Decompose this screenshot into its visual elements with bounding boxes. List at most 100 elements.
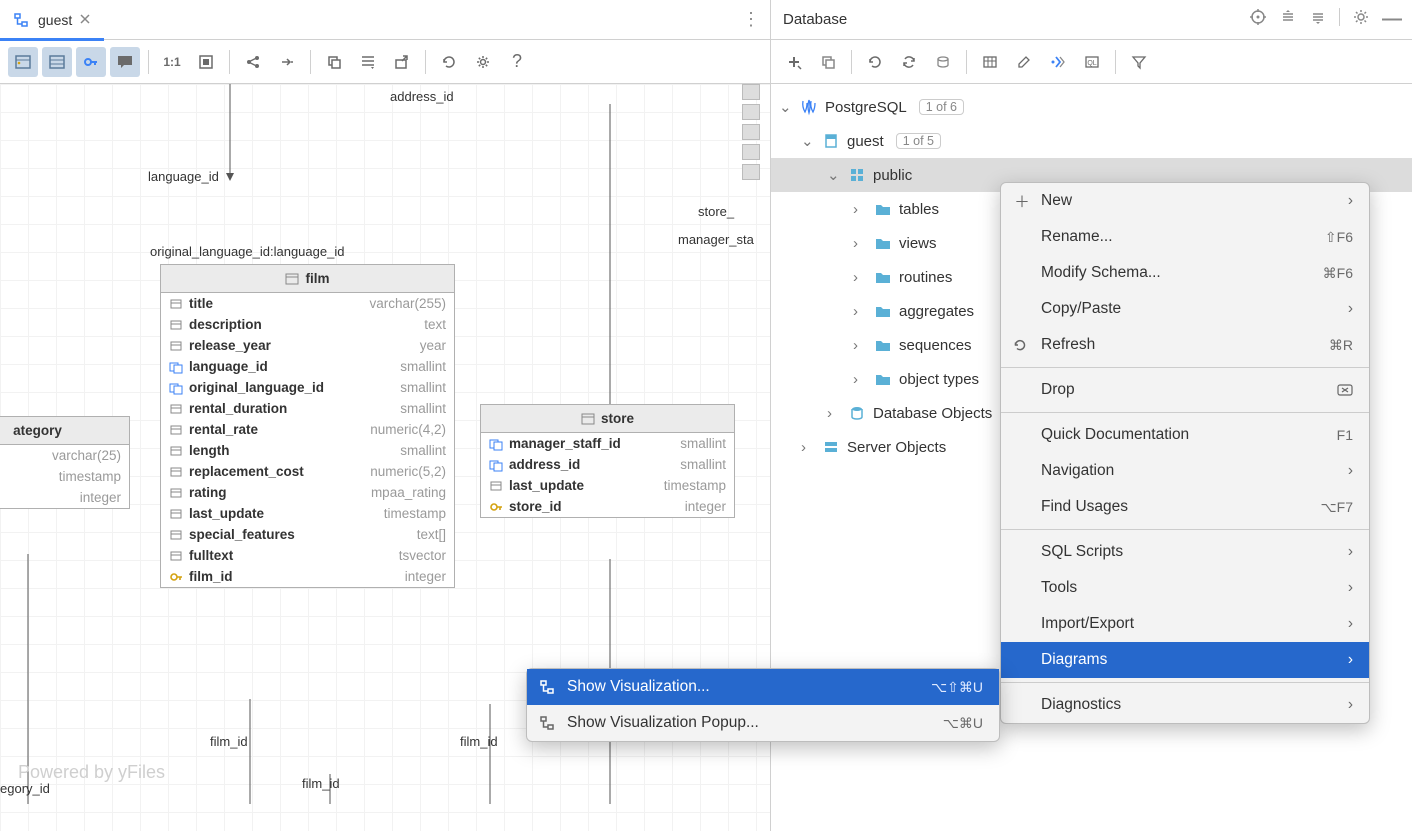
collapse-icon[interactable] xyxy=(1309,8,1327,31)
column-row[interactable]: descriptiontext xyxy=(161,314,454,335)
column-row[interactable]: lengthsmallint xyxy=(161,440,454,461)
context-menu: ＋New› Rename...⇧F6 Modify Schema...⌘F6 C… xyxy=(1000,182,1370,724)
server-objects-icon xyxy=(821,439,841,455)
table-icon[interactable] xyxy=(975,47,1005,77)
panel-title: Database xyxy=(783,11,847,28)
badge: 1 of 6 xyxy=(919,99,964,115)
menu-sql-scripts[interactable]: SQL Scripts› xyxy=(1001,534,1369,570)
menu-refresh[interactable]: Refresh⌘R xyxy=(1001,327,1369,363)
export-icon[interactable] xyxy=(387,47,417,77)
share-icon[interactable] xyxy=(238,47,268,77)
mode-table-icon[interactable] xyxy=(42,47,72,77)
table-icon xyxy=(285,272,299,286)
column-row[interactable]: last_updatetimestamp xyxy=(161,503,454,524)
gear-icon[interactable] xyxy=(1352,8,1370,31)
badge: 1 of 5 xyxy=(896,133,941,149)
panel-header: Database — xyxy=(771,0,1412,40)
menu-import-export[interactable]: Import/Export› xyxy=(1001,606,1369,642)
menu-rename[interactable]: Rename...⇧F6 xyxy=(1001,219,1369,255)
expand-icon[interactable] xyxy=(1279,8,1297,31)
column-row[interactable]: ratingmpaa_rating xyxy=(161,482,454,503)
edge-label: manager_sta xyxy=(678,232,754,247)
entity-title: store xyxy=(601,411,634,426)
more-icon[interactable]: ⋮ xyxy=(742,9,760,30)
submenu-show-visualization-popup[interactable]: Show Visualization Popup...⌥⌘U xyxy=(527,705,999,741)
diagram-icon xyxy=(12,11,30,29)
close-icon[interactable] xyxy=(80,14,92,26)
mode-columns-icon[interactable] xyxy=(8,47,38,77)
submenu-show-visualization[interactable]: Show Visualization...⌥⇧⌘U xyxy=(527,669,999,705)
db-objects-icon xyxy=(847,405,867,421)
navigate-icon[interactable] xyxy=(1043,47,1073,77)
edge-label: store_ xyxy=(698,204,734,219)
database-icon xyxy=(821,133,841,149)
target-icon[interactable] xyxy=(1249,8,1267,31)
tree-guest[interactable]: ⌄ guest 1 of 5 xyxy=(771,124,1412,158)
edge-label: film_id xyxy=(460,734,498,749)
gear-icon[interactable] xyxy=(468,47,498,77)
entity-film[interactable]: film titlevarchar(255)descriptiontextrel… xyxy=(160,264,455,588)
menu-copy-paste[interactable]: Copy/Paste› xyxy=(1001,291,1369,327)
menu-navigation[interactable]: Navigation› xyxy=(1001,453,1369,489)
edit-icon[interactable] xyxy=(1009,47,1039,77)
refresh-icon[interactable] xyxy=(434,47,464,77)
column-row[interactable]: film_idinteger xyxy=(161,566,454,587)
menu-tools[interactable]: Tools› xyxy=(1001,570,1369,606)
entity-store[interactable]: store manager_staff_idsmallintaddress_id… xyxy=(480,404,735,518)
column-row[interactable]: store_idinteger xyxy=(481,496,734,517)
fit-icon[interactable] xyxy=(191,47,221,77)
column-row[interactable]: special_featurestext[] xyxy=(161,524,454,545)
folder-icon xyxy=(873,202,893,216)
sync-icon[interactable] xyxy=(894,47,924,77)
menu-drop[interactable]: Drop xyxy=(1001,372,1369,408)
postgres-icon xyxy=(799,98,819,116)
stop-icon[interactable] xyxy=(928,47,958,77)
indent-icon[interactable] xyxy=(353,47,383,77)
tree-postgresql[interactable]: ⌄ PostgreSQL 1 of 6 xyxy=(771,90,1412,124)
minimap xyxy=(742,84,760,180)
watermark: Powered by yFiles xyxy=(18,762,165,783)
column-row[interactable]: rental_durationsmallint xyxy=(161,398,454,419)
column-row[interactable]: address_idsmallint xyxy=(481,454,734,475)
arrow-icon[interactable] xyxy=(272,47,302,77)
table-icon xyxy=(581,412,595,426)
add-icon[interactable] xyxy=(779,47,809,77)
tab-guest[interactable]: guest xyxy=(0,0,104,40)
edge-label: film_id xyxy=(210,734,248,749)
folder-icon xyxy=(873,236,893,250)
entity-category[interactable]: ategory varchar(25) datetimestamp y_idin… xyxy=(0,416,130,509)
column-row[interactable]: release_yearyear xyxy=(161,335,454,356)
minimize-icon[interactable]: — xyxy=(1382,8,1402,31)
column-row[interactable]: original_language_idsmallint xyxy=(161,377,454,398)
refresh-icon[interactable] xyxy=(860,47,890,77)
menu-quick-doc[interactable]: Quick DocumentationF1 xyxy=(1001,417,1369,453)
zoom-1-1-icon[interactable]: 1:1 xyxy=(157,47,187,77)
column-row[interactable]: last_updatetimestamp xyxy=(481,475,734,496)
column-row[interactable]: fulltexttsvector xyxy=(161,545,454,566)
duplicate-icon[interactable] xyxy=(813,47,843,77)
column-row[interactable]: replacement_costnumeric(5,2) xyxy=(161,461,454,482)
menu-new[interactable]: ＋New› xyxy=(1001,183,1369,219)
edge-label: language_id xyxy=(148,169,219,184)
menu-modify-schema[interactable]: Modify Schema...⌘F6 xyxy=(1001,255,1369,291)
column-row[interactable]: rental_ratenumeric(4,2) xyxy=(161,419,454,440)
edge-label: original_language_id:language_id xyxy=(150,244,344,259)
folder-icon xyxy=(873,338,893,352)
svg-text:QL: QL xyxy=(1087,60,1096,67)
diagrams-submenu: Show Visualization...⌥⇧⌘U Show Visualiza… xyxy=(526,668,1000,742)
filter-icon[interactable] xyxy=(1124,47,1154,77)
console-icon[interactable]: QL xyxy=(1077,47,1107,77)
column-row[interactable]: language_idsmallint xyxy=(161,356,454,377)
copy-icon[interactable] xyxy=(319,47,349,77)
mode-key-icon[interactable] xyxy=(76,47,106,77)
mode-comment-icon[interactable] xyxy=(110,47,140,77)
column-row[interactable]: titlevarchar(255) xyxy=(161,293,454,314)
help-icon[interactable]: ? xyxy=(502,47,532,77)
menu-diagnostics[interactable]: Diagnostics› xyxy=(1001,687,1369,723)
tree-label: public xyxy=(873,167,912,184)
tree-label: Server Objects xyxy=(847,439,946,456)
edge-label: film_id xyxy=(302,776,340,791)
column-row[interactable]: manager_staff_idsmallint xyxy=(481,433,734,454)
menu-find-usages[interactable]: Find Usages⌥F7 xyxy=(1001,489,1369,525)
menu-diagrams[interactable]: Diagrams› xyxy=(1001,642,1369,678)
